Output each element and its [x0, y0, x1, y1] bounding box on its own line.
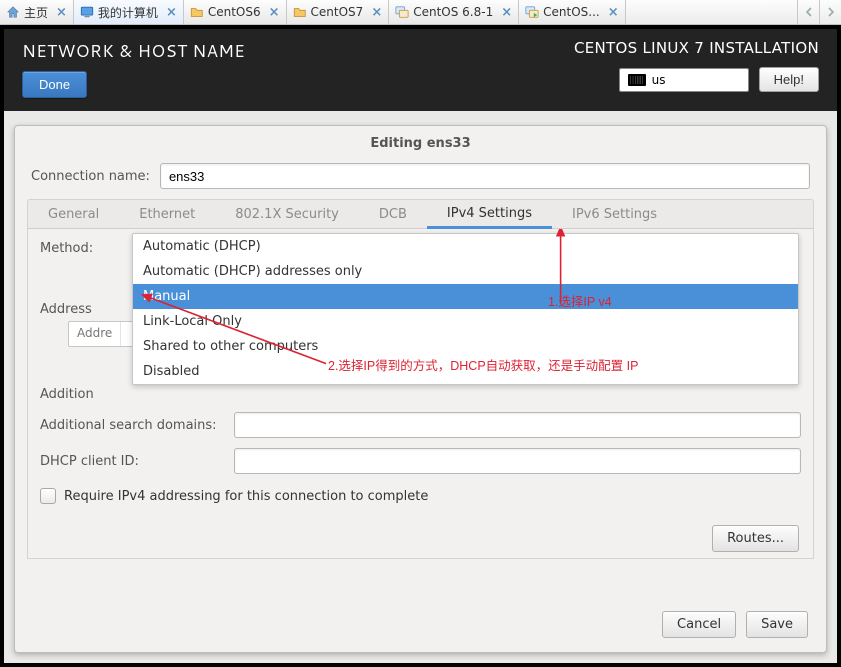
cancel-button[interactable]: Cancel [662, 611, 736, 638]
additional-search-domains-input[interactable] [234, 412, 801, 438]
vm-running-icon [525, 5, 539, 19]
home-icon [6, 5, 20, 19]
workstation-tabbar: 主页 × 我的计算机 × CentOS6 × CentOS7 × [0, 0, 841, 25]
method-option-link-local-only[interactable]: Link-Local Only [133, 309, 798, 334]
tab-centos7-close[interactable]: × [371, 5, 382, 20]
require-ipv4-label: Require IPv4 addressing for this connect… [64, 489, 428, 504]
tab-centos681-close[interactable]: × [501, 5, 512, 20]
vm-display: NETWORK & HOST NAME Done CENTOS LINUX 7 … [0, 25, 841, 667]
tab-mycomputer-close[interactable]: × [166, 5, 177, 20]
tab-centos-trunc-label: CentOS... [543, 5, 600, 19]
settings-tabstrip: General Ethernet 802.1X Security DCB IPv… [27, 199, 814, 229]
connection-name-label: Connection name: [31, 169, 150, 184]
tabbar-next[interactable] [819, 0, 841, 24]
tab-8021x-security[interactable]: 802.1X Security [215, 200, 359, 228]
keyboard-icon [628, 74, 646, 86]
monitor-icon [80, 5, 94, 19]
tab-mycomputer[interactable]: 我的计算机 × [74, 0, 184, 24]
require-ipv4-checkbox[interactable] [40, 488, 56, 504]
dhcp-client-id-label: DHCP client ID: [40, 454, 226, 469]
method-label: Method: [40, 241, 93, 256]
tab-centos7-label: CentOS7 [311, 5, 364, 19]
tab-home-label: 主页 [24, 4, 48, 21]
tab-centos-trunc[interactable]: CentOS... × [519, 0, 625, 24]
folder-icon [293, 5, 307, 19]
dialog-title: Editing ens33 [15, 132, 826, 159]
tab-centos-trunc-close[interactable]: × [608, 5, 619, 20]
installer-header: NETWORK & HOST NAME Done CENTOS LINUX 7 … [4, 29, 837, 111]
vm-icon [395, 5, 409, 19]
method-option-disabled[interactable]: Disabled [133, 359, 798, 384]
installation-title: CENTOS LINUX 7 INSTALLATION [574, 39, 819, 57]
done-button[interactable]: Done [22, 71, 87, 98]
addition-label-trunc: Addition [40, 387, 94, 402]
tab-ethernet[interactable]: Ethernet [119, 200, 215, 228]
address-column-header: Addre [69, 322, 121, 346]
tab-home-close[interactable]: × [56, 5, 67, 20]
method-option-shared[interactable]: Shared to other computers [133, 334, 798, 359]
method-dropdown[interactable]: Automatic (DHCP) Automatic (DHCP) addres… [132, 233, 799, 385]
tab-centos681[interactable]: CentOS 6.8-1 × [389, 0, 519, 24]
method-option-automatic-dhcp[interactable]: Automatic (DHCP) [133, 234, 798, 259]
chevron-right-icon [826, 7, 836, 17]
tab-mycomputer-label: 我的计算机 [98, 4, 158, 21]
tab-home[interactable]: 主页 × [0, 0, 74, 24]
additional-search-domains-label: Additional search domains: [40, 418, 226, 433]
save-button[interactable]: Save [746, 611, 808, 638]
tabbar-prev[interactable] [797, 0, 819, 24]
help-button[interactable]: Help! [759, 67, 819, 92]
connection-name-input[interactable] [160, 163, 810, 189]
keyboard-layout-value: us [652, 73, 666, 87]
tab-ipv6-settings[interactable]: IPv6 Settings [552, 200, 677, 228]
tab-centos6[interactable]: CentOS6 × [184, 0, 287, 24]
chevron-left-icon [804, 7, 814, 17]
tab-general[interactable]: General [28, 200, 119, 228]
tab-centos681-label: CentOS 6.8-1 [413, 5, 493, 19]
routes-button[interactable]: Routes... [712, 525, 799, 552]
page-title: NETWORK & HOST NAME [22, 39, 245, 63]
edit-connection-dialog: Editing ens33 Connection name: General E… [14, 125, 827, 653]
folder-icon [190, 5, 204, 19]
keyboard-layout-indicator[interactable]: us [619, 68, 749, 92]
method-option-automatic-dhcp-addresses-only[interactable]: Automatic (DHCP) addresses only [133, 259, 798, 284]
tab-centos6-label: CentOS6 [208, 5, 261, 19]
dhcp-client-id-input[interactable] [234, 448, 801, 474]
tab-centos6-close[interactable]: × [269, 5, 280, 20]
ipv4-settings-panel: Method: Address Addre Automatic (DHCP) A… [27, 229, 814, 559]
tab-dcb[interactable]: DCB [359, 200, 427, 228]
method-option-manual[interactable]: Manual [133, 284, 798, 309]
tab-ipv4-settings[interactable]: IPv4 Settings [427, 200, 552, 229]
tab-centos7[interactable]: CentOS7 × [287, 0, 390, 24]
